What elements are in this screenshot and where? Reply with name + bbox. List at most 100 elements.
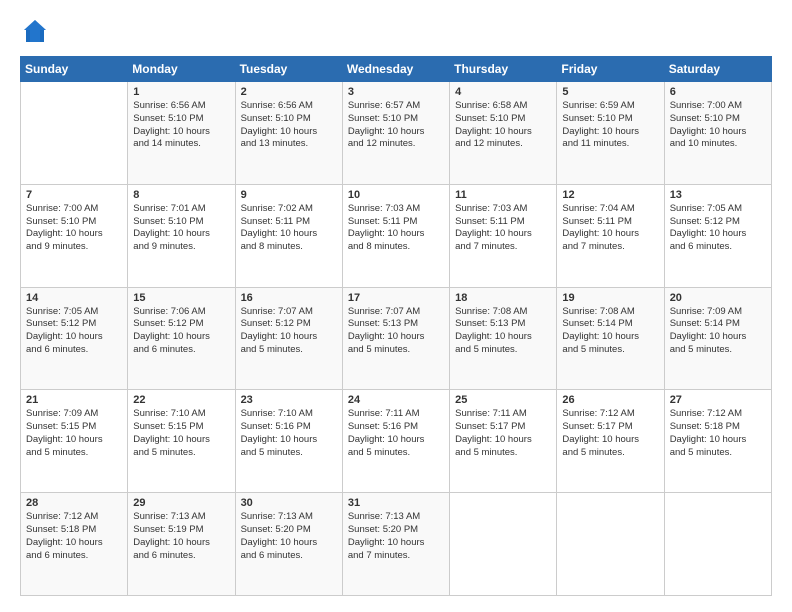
day-number: 3 (348, 86, 444, 98)
day-info: Sunrise: 7:09 AMSunset: 5:15 PMDaylight:… (26, 408, 122, 459)
day-number: 2 (241, 86, 337, 98)
calendar-cell: 4 Sunrise: 6:58 AMSunset: 5:10 PMDaylight… (450, 82, 557, 185)
day-info: Sunrise: 7:00 AMSunset: 5:10 PMDaylight:… (26, 203, 122, 254)
calendar-cell: 3 Sunrise: 6:57 AMSunset: 5:10 PMDaylight… (342, 82, 449, 185)
calendar-cell: 6 Sunrise: 7:00 AMSunset: 5:10 PMDaylight… (664, 82, 771, 185)
day-info: Sunrise: 7:05 AMSunset: 5:12 PMDaylight:… (670, 203, 766, 254)
calendar-cell: 28 Sunrise: 7:12 AMSunset: 5:18 PMDayligh… (21, 493, 128, 596)
calendar-cell (557, 493, 664, 596)
day-number: 21 (26, 394, 122, 406)
calendar-cell: 12 Sunrise: 7:04 AMSunset: 5:11 PMDayligh… (557, 184, 664, 287)
calendar-cell (664, 493, 771, 596)
day-number: 14 (26, 292, 122, 304)
calendar-day-header: Tuesday (235, 57, 342, 82)
day-number: 26 (562, 394, 658, 406)
calendar-header-row: SundayMondayTuesdayWednesdayThursdayFrid… (21, 57, 772, 82)
day-number: 13 (670, 189, 766, 201)
day-number: 29 (133, 497, 229, 509)
day-info: Sunrise: 7:13 AMSunset: 5:20 PMDaylight:… (241, 511, 337, 562)
calendar-cell: 14 Sunrise: 7:05 AMSunset: 5:12 PMDayligh… (21, 287, 128, 390)
day-number: 9 (241, 189, 337, 201)
calendar-cell: 20Sunrise: 7:09 AMSunset: 5:14 PMDayligh… (664, 287, 771, 390)
day-info: Sunrise: 7:03 AMSunset: 5:11 PMDaylight:… (455, 203, 551, 254)
calendar-cell: 13 Sunrise: 7:05 AMSunset: 5:12 PMDayligh… (664, 184, 771, 287)
day-info: Sunrise: 7:12 AMSunset: 5:18 PMDaylight:… (26, 511, 122, 562)
calendar-cell: 2 Sunrise: 6:56 AMSunset: 5:10 PMDaylight… (235, 82, 342, 185)
day-info: Sunrise: 6:56 AMSunset: 5:10 PMDaylight:… (133, 100, 229, 151)
page: SundayMondayTuesdayWednesdayThursdayFrid… (0, 0, 792, 612)
day-number: 11 (455, 189, 551, 201)
day-info: Sunrise: 7:05 AMSunset: 5:12 PMDaylight:… (26, 306, 122, 357)
day-number: 1 (133, 86, 229, 98)
day-number: 19 (562, 292, 658, 304)
day-info: Sunrise: 7:08 AMSunset: 5:14 PMDaylight:… (562, 306, 658, 357)
day-info: Sunrise: 6:58 AMSunset: 5:10 PMDaylight:… (455, 100, 551, 151)
day-number: 8 (133, 189, 229, 201)
day-number: 7 (26, 189, 122, 201)
day-number: 17 (348, 292, 444, 304)
day-info: Sunrise: 7:10 AMSunset: 5:16 PMDaylight:… (241, 408, 337, 459)
day-info: Sunrise: 6:56 AMSunset: 5:10 PMDaylight:… (241, 100, 337, 151)
calendar-cell (450, 493, 557, 596)
calendar-cell: 27Sunrise: 7:12 AMSunset: 5:18 PMDayligh… (664, 390, 771, 493)
calendar-cell: 19 Sunrise: 7:08 AMSunset: 5:14 PMDayligh… (557, 287, 664, 390)
calendar-week-row: 1 Sunrise: 6:56 AMSunset: 5:10 PMDaylight… (21, 82, 772, 185)
day-info: Sunrise: 7:04 AMSunset: 5:11 PMDaylight:… (562, 203, 658, 254)
header (20, 16, 772, 46)
calendar-cell: 26 Sunrise: 7:12 AMSunset: 5:17 PMDayligh… (557, 390, 664, 493)
day-number: 16 (241, 292, 337, 304)
day-info: Sunrise: 7:07 AMSunset: 5:12 PMDaylight:… (241, 306, 337, 357)
day-info: Sunrise: 7:08 AMSunset: 5:13 PMDaylight:… (455, 306, 551, 357)
calendar-cell: 5 Sunrise: 6:59 AMSunset: 5:10 PMDaylight… (557, 82, 664, 185)
day-number: 31 (348, 497, 444, 509)
logo-icon (20, 16, 50, 46)
day-info: Sunrise: 7:09 AMSunset: 5:14 PMDaylight:… (670, 306, 766, 357)
day-number: 28 (26, 497, 122, 509)
calendar-cell: 11 Sunrise: 7:03 AMSunset: 5:11 PMDayligh… (450, 184, 557, 287)
day-info: Sunrise: 7:00 AMSunset: 5:10 PMDaylight:… (670, 100, 766, 151)
calendar-cell: 15 Sunrise: 7:06 AMSunset: 5:12 PMDayligh… (128, 287, 235, 390)
day-number: 5 (562, 86, 658, 98)
day-number: 12 (562, 189, 658, 201)
day-info: Sunrise: 6:57 AMSunset: 5:10 PMDaylight:… (348, 100, 444, 151)
day-number: 10 (348, 189, 444, 201)
day-number: 23 (241, 394, 337, 406)
calendar-day-header: Sunday (21, 57, 128, 82)
calendar-cell: 7 Sunrise: 7:00 AMSunset: 5:10 PMDaylight… (21, 184, 128, 287)
day-info: Sunrise: 7:01 AMSunset: 5:10 PMDaylight:… (133, 203, 229, 254)
day-number: 6 (670, 86, 766, 98)
calendar-cell: 24 Sunrise: 7:11 AMSunset: 5:16 PMDayligh… (342, 390, 449, 493)
calendar-cell: 16 Sunrise: 7:07 AMSunset: 5:12 PMDayligh… (235, 287, 342, 390)
day-number: 24 (348, 394, 444, 406)
calendar-cell (21, 82, 128, 185)
day-info: Sunrise: 7:07 AMSunset: 5:13 PMDaylight:… (348, 306, 444, 357)
logo (20, 16, 54, 46)
calendar-cell: 31Sunrise: 7:13 AMSunset: 5:20 PMDayligh… (342, 493, 449, 596)
day-info: Sunrise: 7:11 AMSunset: 5:17 PMDaylight:… (455, 408, 551, 459)
calendar-cell: 23 Sunrise: 7:10 AMSunset: 5:16 PMDayligh… (235, 390, 342, 493)
calendar-week-row: 7 Sunrise: 7:00 AMSunset: 5:10 PMDaylight… (21, 184, 772, 287)
calendar-cell: 29 Sunrise: 7:13 AMSunset: 5:19 PMDayligh… (128, 493, 235, 596)
calendar-week-row: 14 Sunrise: 7:05 AMSunset: 5:12 PMDayligh… (21, 287, 772, 390)
day-info: Sunrise: 7:11 AMSunset: 5:16 PMDaylight:… (348, 408, 444, 459)
day-info: Sunrise: 7:13 AMSunset: 5:19 PMDaylight:… (133, 511, 229, 562)
day-number: 30 (241, 497, 337, 509)
calendar-day-header: Friday (557, 57, 664, 82)
day-number: 22 (133, 394, 229, 406)
calendar-cell: 9 Sunrise: 7:02 AMSunset: 5:11 PMDaylight… (235, 184, 342, 287)
calendar-cell: 17 Sunrise: 7:07 AMSunset: 5:13 PMDayligh… (342, 287, 449, 390)
day-number: 4 (455, 86, 551, 98)
day-number: 15 (133, 292, 229, 304)
day-info: Sunrise: 6:59 AMSunset: 5:10 PMDaylight:… (562, 100, 658, 151)
calendar-cell: 18Sunrise: 7:08 AMSunset: 5:13 PMDayligh… (450, 287, 557, 390)
day-info: Sunrise: 7:12 AMSunset: 5:17 PMDaylight:… (562, 408, 658, 459)
calendar-day-header: Monday (128, 57, 235, 82)
calendar-cell: 1 Sunrise: 6:56 AMSunset: 5:10 PMDaylight… (128, 82, 235, 185)
day-info: Sunrise: 7:02 AMSunset: 5:11 PMDaylight:… (241, 203, 337, 254)
calendar-cell: 25Sunrise: 7:11 AMSunset: 5:17 PMDayligh… (450, 390, 557, 493)
day-info: Sunrise: 7:03 AMSunset: 5:11 PMDaylight:… (348, 203, 444, 254)
day-info: Sunrise: 7:06 AMSunset: 5:12 PMDaylight:… (133, 306, 229, 357)
calendar-week-row: 21 Sunrise: 7:09 AMSunset: 5:15 PMDayligh… (21, 390, 772, 493)
calendar-cell: 21 Sunrise: 7:09 AMSunset: 5:15 PMDayligh… (21, 390, 128, 493)
calendar-cell: 22Sunrise: 7:10 AMSunset: 5:15 PMDayligh… (128, 390, 235, 493)
